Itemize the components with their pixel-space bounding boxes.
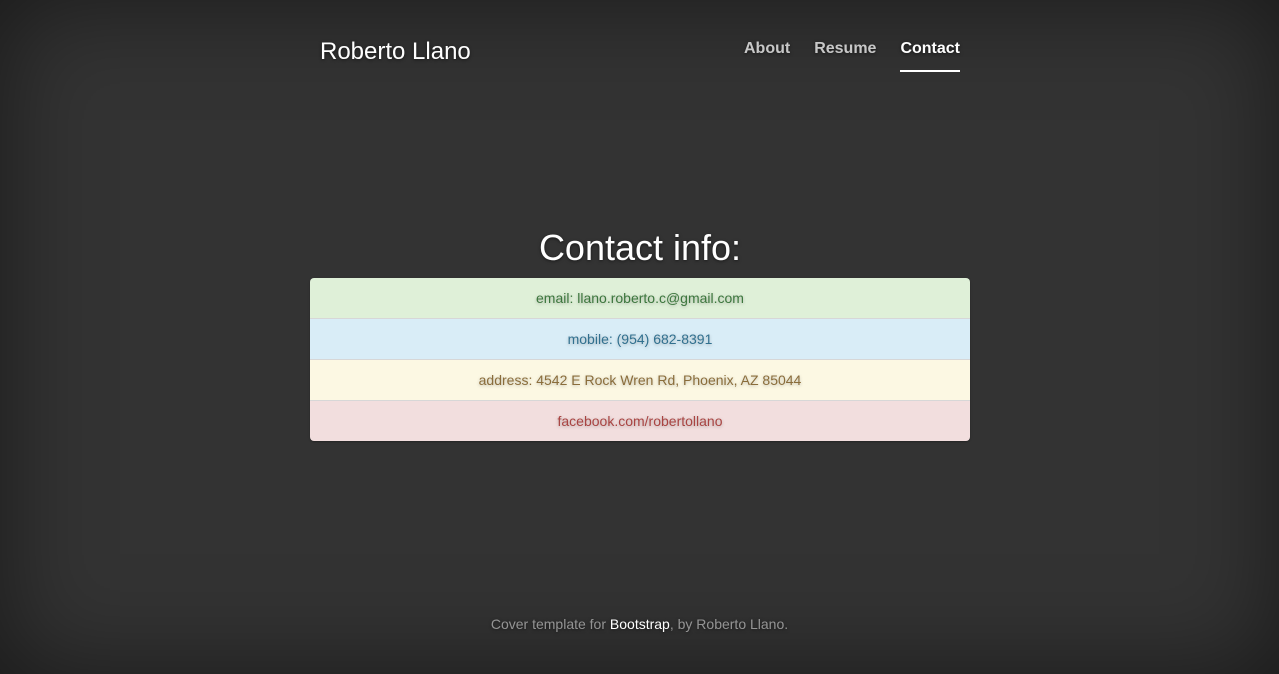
footer-bootstrap-link[interactable]: Bootstrap bbox=[610, 616, 670, 632]
masthead: Roberto Llano About Resume Contact bbox=[320, 0, 960, 80]
contact-address-item[interactable]: address: 4542 E Rock Wren Rd, Phoenix, A… bbox=[310, 360, 970, 401]
nav-contact-link[interactable]: Contact bbox=[900, 38, 960, 72]
footer-prefix: Cover template for bbox=[490, 616, 610, 632]
page-title: Contact info: bbox=[538, 227, 742, 268]
nav-about-link[interactable]: About bbox=[744, 38, 790, 72]
main-nav: About Resume Contact bbox=[744, 38, 960, 72]
footer-suffix: , by Roberto Llano. bbox=[669, 616, 789, 632]
site-brand[interactable]: Roberto Llano bbox=[320, 37, 471, 67]
contact-email-item[interactable]: email: llano.roberto.c@gmail.com bbox=[310, 278, 970, 319]
nav-resume-link[interactable]: Resume bbox=[814, 38, 876, 72]
footer: Cover template for Bootstrap, by Roberto… bbox=[0, 614, 1279, 634]
contact-facebook-item[interactable]: facebook.com/robertollano bbox=[310, 401, 970, 441]
contact-section: Contact info: email: llano.roberto.c@gma… bbox=[310, 226, 970, 441]
contact-mobile-item[interactable]: mobile: (954) 682-8391 bbox=[310, 319, 970, 360]
contact-list: email: llano.roberto.c@gmail.com mobile:… bbox=[310, 278, 970, 441]
